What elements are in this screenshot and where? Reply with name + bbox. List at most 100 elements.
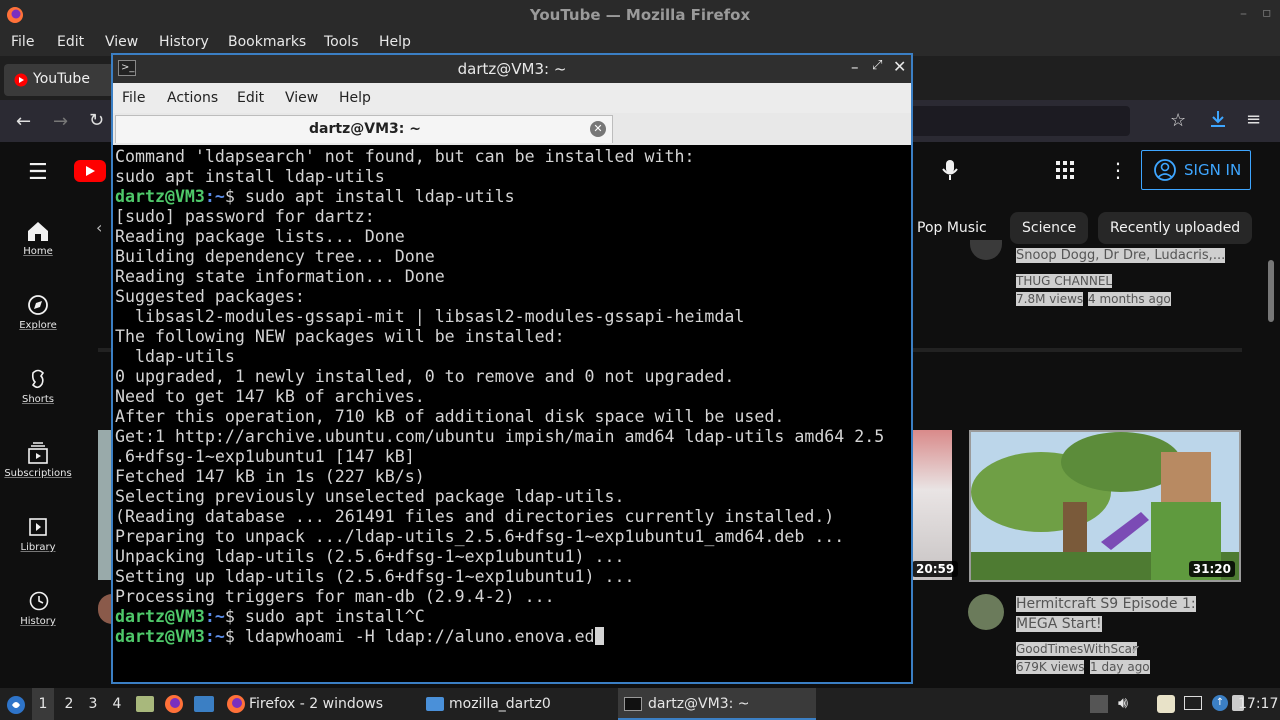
- sign-in-button[interactable]: SIGN IN: [1141, 150, 1251, 190]
- terminal-line: Building dependency tree... Done: [115, 247, 435, 266]
- terminal-menu-actions[interactable]: Actions: [167, 90, 218, 106]
- downloads-icon[interactable]: [1209, 109, 1227, 129]
- command-text: $ sudo apt install^C: [224, 607, 425, 626]
- bookmark-star-icon[interactable]: ☆: [1170, 110, 1186, 131]
- terminal-line: 0 upgraded, 1 newly installed, 0 to remo…: [115, 367, 735, 386]
- command-text: $ ldapwhoami -H ldap://aluno.enova.ed: [224, 627, 595, 646]
- terminal-output[interactable]: Command 'ldapsearch' not found, but can …: [115, 147, 909, 682]
- maximize-icon[interactable]: ▫: [1262, 5, 1272, 21]
- video-title-line1[interactable]: Hermitcraft S9 Episode 1:: [1016, 596, 1196, 612]
- video-duration: 31:20: [1188, 561, 1235, 577]
- task-firefox[interactable]: Firefox - 2 windows: [222, 688, 418, 720]
- sidebar-item-shorts[interactable]: Shorts: [0, 368, 76, 405]
- app-launcher-icon[interactable]: [6, 695, 26, 715]
- chips-left-arrow-icon[interactable]: ‹: [96, 218, 102, 237]
- video-age: 4 months ago: [1088, 292, 1171, 306]
- clock: 17:17: [1238, 696, 1279, 712]
- video-title-line2[interactable]: MEGA Start!: [1016, 616, 1102, 632]
- video-channel[interactable]: THUG CHANNEL: [1016, 274, 1113, 288]
- sidebar-item-library[interactable]: Library: [0, 516, 76, 553]
- sidebar-item-subscriptions[interactable]: Subscriptions: [0, 442, 76, 479]
- page-scrollbar[interactable]: [1268, 260, 1274, 322]
- video-title[interactable]: Snoop Dogg, Dr Dre, Ludacris,...: [1016, 248, 1226, 263]
- sidebar-item-explore[interactable]: Explore: [0, 294, 76, 331]
- desktop-icon[interactable]: [194, 696, 214, 712]
- terminal-menu-edit[interactable]: Edit: [237, 90, 264, 106]
- video-channel[interactable]: GoodTimesWithScar: [1016, 642, 1137, 656]
- update-icon[interactable]: ↑: [1212, 695, 1228, 711]
- apps-grid-icon[interactable]: [1056, 161, 1074, 179]
- tray-panel-icon[interactable]: [1090, 695, 1108, 713]
- reload-icon[interactable]: ↻: [89, 110, 104, 131]
- mic-icon[interactable]: [940, 158, 960, 182]
- tab-close-icon[interactable]: ✕: [590, 121, 606, 137]
- menu-tools[interactable]: Tools: [324, 34, 359, 50]
- sidebar-item-label: Explore: [19, 320, 57, 331]
- terminal-line: Command 'ldapsearch' not found, but can …: [115, 147, 695, 166]
- terminal-menu-file[interactable]: File: [122, 90, 145, 106]
- menu-view[interactable]: View: [105, 34, 138, 50]
- channel-avatar[interactable]: [970, 240, 1002, 260]
- display-icon[interactable]: [1184, 696, 1202, 710]
- video-thumbnail[interactable]: 31:20: [969, 430, 1241, 582]
- workspace-4[interactable]: 4: [108, 688, 126, 720]
- terminal-tab[interactable]: dartz@VM3: ~ ✕: [115, 115, 613, 143]
- task-terminal[interactable]: dartz@VM3: ~: [618, 688, 816, 720]
- prompt-user: dartz@VM3: [115, 187, 205, 206]
- prompt-path: :~: [204, 187, 225, 206]
- volume-icon[interactable]: 🔊︎: [1118, 693, 1128, 713]
- terminal-menu-help[interactable]: Help: [339, 90, 371, 106]
- terminal-line: dartz@VM3:~$ sudo apt install^C: [115, 607, 909, 627]
- forward-icon[interactable]: →: [53, 111, 68, 132]
- task-file-manager[interactable]: mozilla_dartz0: [420, 688, 616, 720]
- tab-youtube[interactable]: YouTube: [4, 64, 114, 96]
- sidebar-item-label: Library: [20, 542, 56, 553]
- workspace-2[interactable]: 2: [60, 688, 78, 720]
- chip-recently-uploaded[interactable]: Recently uploaded: [1098, 212, 1253, 244]
- sidebar-item-label: History: [20, 616, 56, 627]
- workspace-1[interactable]: 1: [32, 688, 54, 720]
- firefox-launcher-icon[interactable]: [164, 694, 184, 714]
- video-age: 1 day ago: [1090, 660, 1150, 674]
- video-views: 7.8M views: [1016, 292, 1084, 306]
- channel-avatar[interactable]: [968, 594, 1004, 630]
- menu-file[interactable]: File: [11, 34, 34, 50]
- hamburger-menu-icon[interactable]: ≡: [1246, 109, 1261, 130]
- menu-help[interactable]: Help: [379, 34, 411, 50]
- terminal-tab-label: dartz@VM3: ~: [309, 121, 421, 137]
- terminal-line: After this operation, 710 kB of addition…: [115, 407, 785, 426]
- menu-edit[interactable]: Edit: [57, 34, 84, 50]
- terminal-line: Need to get 147 kB of archives.: [115, 387, 425, 406]
- file-manager-icon[interactable]: [136, 696, 154, 712]
- youtube-logo-icon[interactable]: [74, 160, 114, 182]
- maximize-icon[interactable]: ⤢: [872, 58, 882, 73]
- terminal-line: sudo apt install ldap-utils: [115, 167, 385, 186]
- terminal-titlebar[interactable]: >_ dartz@VM3: ~ – ⤢ ✕: [113, 55, 911, 83]
- channel-avatar[interactable]: [98, 594, 112, 624]
- yt-menu-icon[interactable]: ☰: [28, 160, 48, 185]
- video-thumbnail[interactable]: 20:59: [912, 430, 959, 580]
- minimize-icon[interactable]: –: [851, 58, 859, 76]
- sidebar-item-home[interactable]: Home: [0, 220, 76, 257]
- menu-history[interactable]: History: [159, 34, 209, 50]
- task-label: mozilla_dartz0: [449, 696, 551, 712]
- terminal-line: ldap-utils: [115, 347, 235, 366]
- terminal-menu-view[interactable]: View: [285, 90, 318, 106]
- task-label: dartz@VM3: ~: [648, 696, 750, 712]
- terminal-line: Suggested packages:: [115, 287, 305, 306]
- more-vert-icon[interactable]: ⋮: [1108, 158, 1128, 182]
- terminal-line: libsasl2-modules-gssapi-mit | libsasl2-m…: [115, 307, 745, 326]
- url-bar[interactable]: [910, 106, 1130, 136]
- folder-icon: [426, 697, 444, 711]
- workspace-3[interactable]: 3: [84, 688, 102, 720]
- minimize-icon[interactable]: –: [1240, 6, 1247, 22]
- clipboard-icon[interactable]: [1157, 695, 1175, 713]
- close-icon[interactable]: ✕: [893, 57, 906, 76]
- terminal-window[interactable]: >_ dartz@VM3: ~ – ⤢ ✕ File Actions Edit …: [111, 53, 913, 684]
- sidebar-item-history[interactable]: History: [0, 590, 76, 627]
- chip-science[interactable]: Science: [1010, 212, 1089, 244]
- back-icon[interactable]: ←: [16, 111, 31, 132]
- menu-bookmarks[interactable]: Bookmarks: [228, 34, 306, 50]
- sidebar-item-label: Subscriptions: [4, 468, 72, 479]
- video-duration: 20:59: [912, 561, 959, 577]
